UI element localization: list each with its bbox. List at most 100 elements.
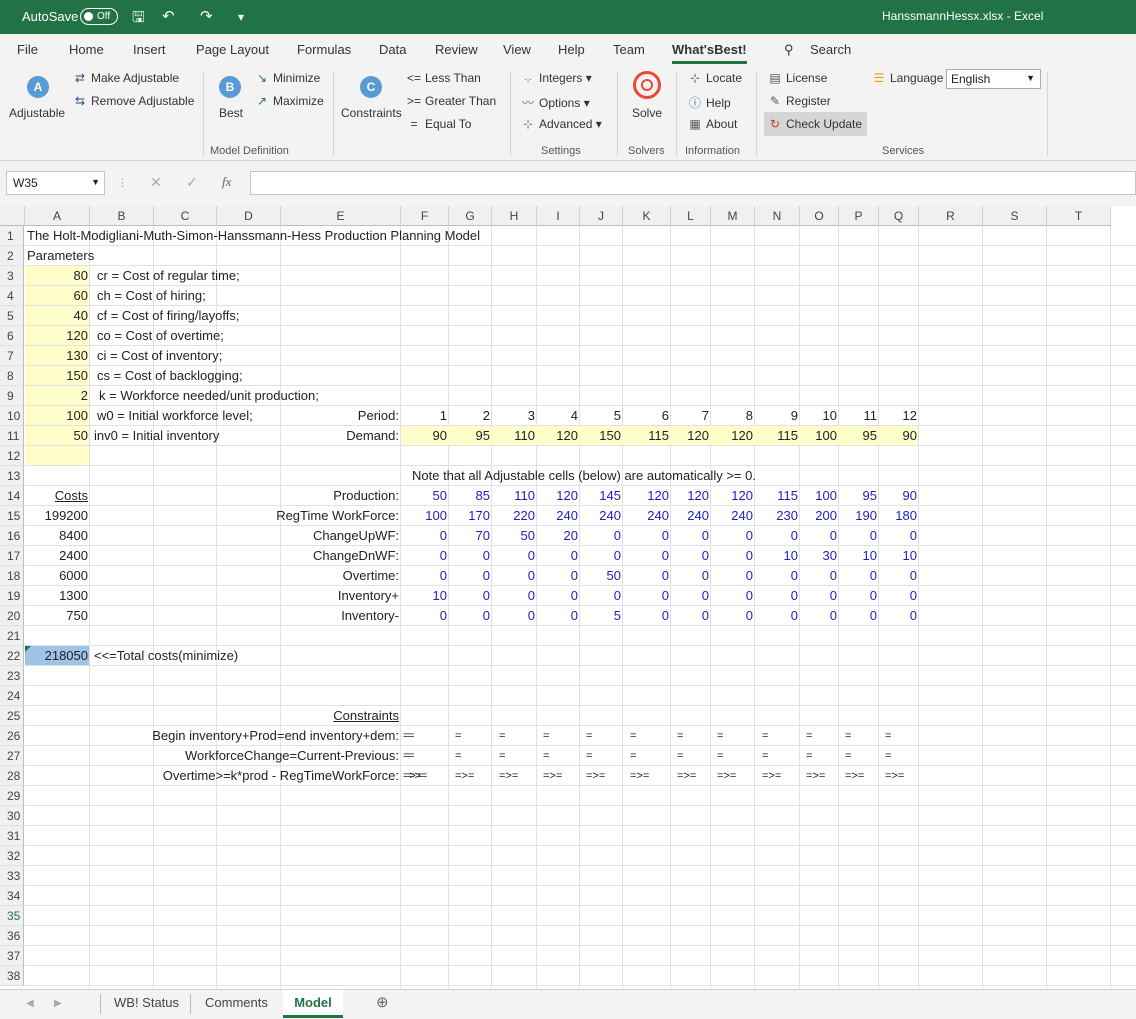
tab-insert[interactable]: Insert xyxy=(133,42,166,57)
adjustable-cell[interactable]: 0 xyxy=(580,546,623,566)
param-label[interactable]: ch = Cost of hiring; xyxy=(95,286,395,306)
row-header[interactable]: 13 xyxy=(0,466,24,486)
adjustable-cell[interactable]: 0 xyxy=(755,606,800,626)
adjustable-cell[interactable]: 0 xyxy=(492,586,537,606)
variable-label[interactable]: RegTime WorkForce: xyxy=(181,506,401,526)
tab-whatsbest[interactable]: What'sBest! xyxy=(672,42,747,64)
less-than-button[interactable]: <= Less Than xyxy=(406,71,481,85)
row-header[interactable]: 25 xyxy=(0,706,24,726)
param-label[interactable]: k = Workforce needed/unit production; xyxy=(97,386,397,406)
column-header[interactable]: R xyxy=(919,206,983,226)
redo-icon[interactable]: ↷ xyxy=(200,7,213,25)
tab-file[interactable]: File xyxy=(17,42,38,57)
constraint-label[interactable]: WorkforceChange=Current-Previous: xyxy=(81,746,401,766)
demand-value[interactable]: 120 xyxy=(537,426,580,446)
column-header[interactable]: H xyxy=(492,206,537,226)
adjustable-cell[interactable]: 100 xyxy=(800,486,839,506)
scroll-left-icon[interactable]: ◀ xyxy=(26,998,34,1009)
param-label[interactable]: co = Cost of overtime; xyxy=(95,326,395,346)
adjustable-cell[interactable]: 0 xyxy=(711,586,755,606)
check-update-button[interactable]: ↻ Check Update xyxy=(767,117,862,131)
variable-label[interactable]: ChangeUpWF: xyxy=(181,526,401,546)
row-header[interactable]: 11 xyxy=(0,426,24,446)
constraint-symbol[interactable]: =>= xyxy=(628,766,676,786)
column-header[interactable]: I xyxy=(537,206,580,226)
param-value[interactable]: 130 xyxy=(25,346,90,366)
sheet-title[interactable]: The Holt-Modigliani-Muth-Simon-Hanssmann… xyxy=(25,226,525,246)
row-header[interactable]: 36 xyxy=(0,926,24,946)
adjustable-cell[interactable]: 0 xyxy=(401,546,449,566)
period-value[interactable]: 2 xyxy=(449,406,492,426)
param-label[interactable]: cs = Cost of backlogging; xyxy=(95,366,395,386)
insert-function-icon[interactable]: fx xyxy=(222,174,231,190)
adjustable-cell[interactable]: 0 xyxy=(671,566,711,586)
row-header[interactable]: 5 xyxy=(0,306,24,326)
constraint-symbol[interactable]: = xyxy=(406,726,454,746)
tab-help[interactable]: Help xyxy=(558,42,585,57)
period-value[interactable]: 12 xyxy=(879,406,919,426)
sheet-tab-wb-status[interactable]: WB! Status xyxy=(114,995,179,1010)
adjustable-icon[interactable]: A xyxy=(27,76,49,98)
undo-icon[interactable]: ↶ xyxy=(162,7,175,25)
search-box[interactable]: Search xyxy=(810,42,851,57)
param-value[interactable]: 100 xyxy=(25,406,90,426)
demand-value[interactable]: 95 xyxy=(449,426,492,446)
row-header[interactable]: 7 xyxy=(0,346,24,366)
demand-value[interactable]: 115 xyxy=(623,426,671,446)
row-header[interactable]: 29 xyxy=(0,786,24,806)
period-value[interactable]: 11 xyxy=(839,406,879,426)
tab-home[interactable]: Home xyxy=(69,42,104,57)
adjustable-cell[interactable]: 10 xyxy=(401,586,449,606)
row-header[interactable]: 8 xyxy=(0,366,24,386)
adjustable-cell[interactable]: 95 xyxy=(839,486,879,506)
adjustable-note[interactable]: Note that all Adjustable cells (below) a… xyxy=(410,466,830,486)
tab-view[interactable]: View xyxy=(503,42,531,57)
constraint-symbol[interactable]: =>= xyxy=(453,766,496,786)
adjustable-button[interactable]: Adjustable xyxy=(9,106,65,120)
row-header[interactable]: 24 xyxy=(0,686,24,706)
adjustable-cell[interactable]: 0 xyxy=(623,526,671,546)
constraint-symbol[interactable]: = xyxy=(541,746,584,766)
column-header[interactable]: B xyxy=(90,206,154,226)
constraint-symbol[interactable]: =>= xyxy=(584,766,627,786)
total-cost-label[interactable]: <<=Total costs(minimize) xyxy=(92,646,342,666)
variable-label[interactable]: Inventory- xyxy=(181,606,401,626)
demand-label[interactable]: Demand: xyxy=(281,426,401,446)
adjustable-cell[interactable]: 120 xyxy=(711,486,755,506)
adjustable-cell[interactable]: 110 xyxy=(492,486,537,506)
column-header[interactable]: N xyxy=(755,206,800,226)
adjustable-cell[interactable]: 0 xyxy=(800,606,839,626)
column-header[interactable]: E xyxy=(281,206,401,226)
column-header[interactable]: M xyxy=(711,206,755,226)
solve-icon[interactable] xyxy=(633,71,661,99)
constraint-label[interactable]: Overtime>=k*prod - RegTimeWorkForce: xyxy=(81,766,401,786)
scroll-right-icon[interactable]: ▶ xyxy=(54,998,62,1009)
row-header[interactable]: 18 xyxy=(0,566,24,586)
constraint-symbol[interactable]: =>= xyxy=(843,766,883,786)
column-header[interactable]: L xyxy=(671,206,711,226)
greater-than-button[interactable]: >= Greater Than xyxy=(406,94,496,108)
constraints-header[interactable]: Constraints xyxy=(281,706,401,726)
constraint-symbol[interactable]: = xyxy=(453,746,496,766)
tab-formulas[interactable]: Formulas xyxy=(297,42,351,57)
adjustable-cell[interactable]: 0 xyxy=(623,586,671,606)
constraint-symbol[interactable]: = xyxy=(883,746,923,766)
param-value[interactable]: 80 xyxy=(25,266,90,286)
license-button[interactable]: ▤ License xyxy=(767,71,827,85)
adjustable-cell[interactable]: 0 xyxy=(879,606,919,626)
variable-label[interactable]: ChangeDnWF: xyxy=(181,546,401,566)
adjustable-cell[interactable]: 200 xyxy=(800,506,839,526)
adjustable-cell[interactable]: 0 xyxy=(800,566,839,586)
constraint-symbol[interactable]: = xyxy=(628,726,676,746)
demand-value[interactable]: 150 xyxy=(580,426,623,446)
constraint-symbol[interactable]: = xyxy=(453,726,496,746)
period-value[interactable]: 7 xyxy=(671,406,711,426)
row-header[interactable]: 30 xyxy=(0,806,24,826)
cost-value[interactable]: 750 xyxy=(25,606,90,626)
param-label[interactable]: ci = Cost of inventory; xyxy=(95,346,395,366)
parameters-label[interactable]: Parameters xyxy=(25,246,125,266)
cost-value[interactable]: 199200 xyxy=(25,506,90,526)
save-icon[interactable]: 🖫 xyxy=(132,7,145,32)
constraint-symbol[interactable]: = xyxy=(804,726,843,746)
adjustable-cell[interactable]: 0 xyxy=(537,546,580,566)
